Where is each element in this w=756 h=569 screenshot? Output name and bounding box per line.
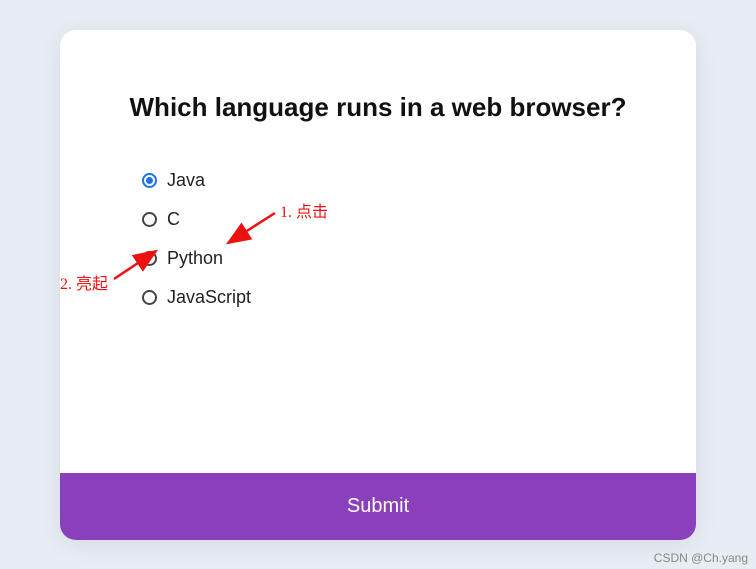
option-java[interactable]: Java (142, 170, 636, 191)
radio-java[interactable] (142, 173, 157, 188)
option-c[interactable]: C (142, 209, 636, 230)
watermark: CSDN @Ch.yang (654, 551, 748, 565)
question-text: Which language runs in a web browser? (120, 90, 636, 125)
radio-c[interactable] (142, 212, 157, 227)
option-label: Java (167, 170, 205, 191)
radio-javascript[interactable] (142, 290, 157, 305)
options-group: Java C Python JavaScript (120, 170, 636, 308)
option-label: Python (167, 248, 223, 269)
option-javascript[interactable]: JavaScript (142, 287, 636, 308)
option-label: JavaScript (167, 287, 251, 308)
option-python[interactable]: Python (142, 248, 636, 269)
quiz-content: Which language runs in a web browser? Ja… (60, 30, 696, 473)
submit-button[interactable]: Submit (60, 473, 696, 540)
option-label: C (167, 209, 180, 230)
radio-python[interactable] (142, 251, 157, 266)
quiz-card: Which language runs in a web browser? Ja… (60, 30, 696, 540)
